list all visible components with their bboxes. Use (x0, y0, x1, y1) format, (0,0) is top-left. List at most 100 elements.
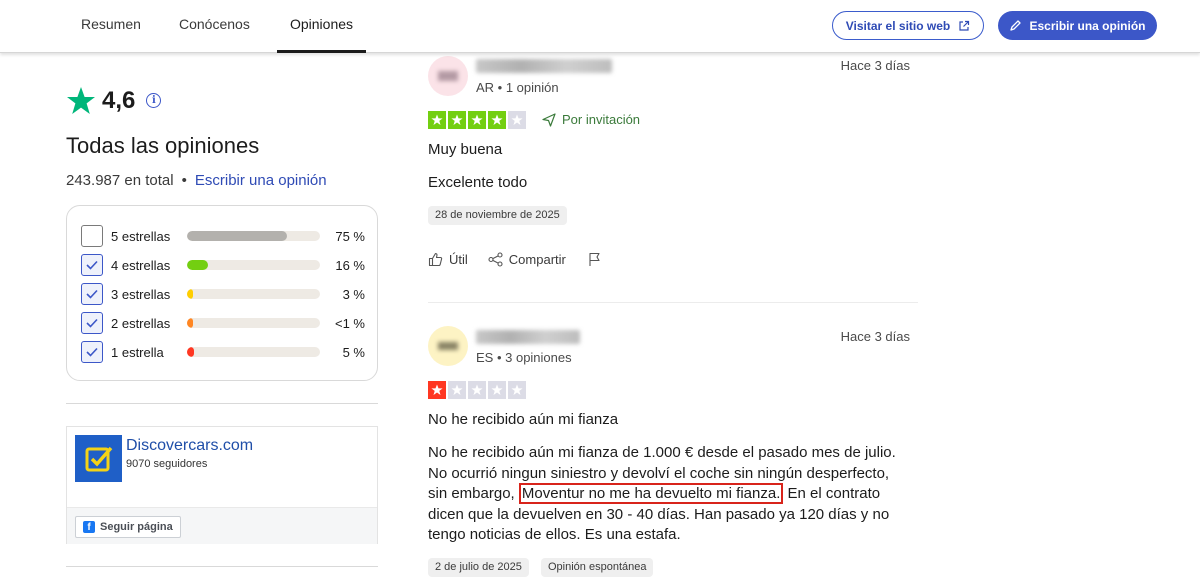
checkbox[interactable] (81, 312, 103, 334)
checkbox[interactable] (81, 225, 103, 247)
check-icon (86, 347, 98, 357)
divider (428, 302, 918, 303)
star-empty-icon (508, 111, 526, 129)
star-rating (428, 111, 526, 129)
filter-percent: 3 % (342, 286, 365, 302)
review-title[interactable]: Muy buena (428, 141, 502, 158)
facebook-icon: f (83, 521, 95, 533)
review-actions: Útil Compartir (428, 252, 602, 267)
tab-resumen[interactable]: Resumen (81, 0, 141, 53)
star-icon (67, 87, 95, 114)
filter-row-5-stars[interactable]: 5 estrellas 75 % (81, 225, 365, 247)
info-icon[interactable]: i (146, 93, 162, 108)
star-empty-icon (508, 381, 526, 399)
report-button[interactable] (588, 252, 602, 267)
spontaneous-review-tag: Opinión espontánea (541, 558, 654, 577)
experience-date: 2 de julio de 2025 (428, 558, 529, 577)
star-empty-icon (448, 381, 466, 399)
useful-button[interactable]: Útil (428, 252, 468, 267)
review-card: AR • 1 opinión Hace 3 días Por invitació… (428, 56, 918, 286)
filter-percent: 5 % (342, 344, 365, 360)
share-icon (488, 252, 503, 267)
checkbox[interactable] (81, 341, 103, 363)
avatar[interactable] (428, 56, 468, 96)
useful-label: Útil (449, 252, 468, 267)
star-empty-icon (468, 381, 486, 399)
filter-label: 3 estrellas (111, 286, 171, 302)
divider (66, 566, 378, 567)
filter-percent: <1 % (335, 315, 365, 331)
share-button[interactable]: Compartir (488, 252, 566, 267)
distribution-bar (187, 260, 320, 270)
filter-percent: 16 % (335, 257, 365, 273)
divider (66, 403, 378, 404)
check-icon (86, 289, 98, 299)
bar-fill (187, 318, 193, 328)
avatar[interactable] (428, 326, 468, 366)
highlighted-sentence: Moventur no me ha devuelto mi fianza. (518, 483, 784, 504)
reviewer-meta: ES • 3 opiniones (476, 350, 572, 365)
bar-fill (187, 347, 194, 357)
star-filled-icon (428, 381, 446, 399)
review-body: Excelente todo (428, 174, 528, 191)
check-icon (86, 260, 98, 270)
star-filled-icon (468, 111, 486, 129)
check-icon (86, 318, 98, 328)
facebook-page-card: Discovercars.com 9070 seguidores f Segui… (66, 426, 378, 544)
filter-label: 1 estrella (111, 344, 164, 360)
total-count: 243.987 en total (66, 172, 174, 189)
write-review-link[interactable]: Escribir una opinión (195, 172, 327, 189)
flag-icon (589, 252, 600, 266)
facebook-page-name[interactable]: Discovercars.com (126, 437, 253, 455)
top-navigation: Resumen Conócenos Opiniones Visitar el s… (0, 0, 1200, 53)
score-value: 4,6 (102, 86, 136, 114)
distribution-bar (187, 347, 320, 357)
filter-row-3-stars[interactable]: 3 estrellas 3 % (81, 283, 365, 305)
review-title[interactable]: No he recibido aún mi fianza (428, 411, 618, 428)
filter-row-1-star[interactable]: 1 estrella 5 % (81, 341, 365, 363)
star-rating (428, 381, 526, 399)
tab-opiniones[interactable]: Opiniones (277, 0, 366, 53)
facebook-followers: 9070 seguidores (126, 458, 208, 470)
write-review-button[interactable]: Escribir una opinión (998, 11, 1157, 40)
bar-fill (187, 231, 287, 241)
star-filled-icon (428, 111, 446, 129)
star-empty-icon (488, 381, 506, 399)
reviewer-meta: AR • 1 opinión (476, 80, 559, 95)
filter-label: 4 estrellas (111, 257, 171, 273)
rating-score: 4,6 i (66, 86, 162, 115)
pencil-icon (1010, 20, 1022, 31)
external-link-icon (959, 20, 970, 31)
checkbox[interactable] (81, 254, 103, 276)
bar-fill (187, 289, 193, 299)
avatar-initials-blurred (438, 71, 458, 81)
review-card: ES • 3 opiniones Hace 3 días No he recib… (428, 326, 918, 586)
invitation-badge[interactable]: Por invitación (542, 112, 640, 127)
filter-label: 5 estrellas (111, 228, 171, 244)
tab-conocenos[interactable]: Conócenos (179, 0, 250, 53)
total-reviews: 243.987 en total • Escribir una opinión (66, 172, 327, 189)
filter-label: 2 estrellas (111, 315, 171, 331)
checkbox[interactable] (81, 283, 103, 305)
review-date: Hace 3 días (840, 58, 910, 73)
filter-row-2-stars[interactable]: 2 estrellas <1 % (81, 312, 365, 334)
send-icon (542, 112, 556, 127)
review-date: Hace 3 días (840, 329, 910, 344)
thumbs-up-icon (428, 252, 443, 267)
star-filled-icon (448, 111, 466, 129)
experience-date: 28 de noviembre de 2025 (428, 206, 567, 225)
invitation-label: Por invitación (562, 112, 641, 127)
discovercars-logo[interactable] (75, 435, 122, 482)
separator-dot: • (181, 172, 187, 189)
star-filled-icon (488, 111, 506, 129)
review-body: No he recibido aún mi fianza de 1.000 € … (428, 443, 903, 546)
visit-website-button[interactable]: Visitar el sitio web (832, 11, 984, 40)
filter-row-4-stars[interactable]: 4 estrellas 16 % (81, 254, 365, 276)
page-title: Todas las opiniones (66, 133, 260, 158)
follow-page-button[interactable]: f Seguir página (75, 516, 181, 538)
reviewer-name-redacted[interactable] (476, 59, 612, 73)
star-filter-panel: 5 estrellas 75 % 4 estrellas 16 % 3 estr… (66, 205, 378, 381)
reviewer-name-redacted[interactable] (476, 330, 580, 344)
distribution-bar (187, 289, 320, 299)
visit-website-label: Visitar el sitio web (845, 18, 951, 33)
